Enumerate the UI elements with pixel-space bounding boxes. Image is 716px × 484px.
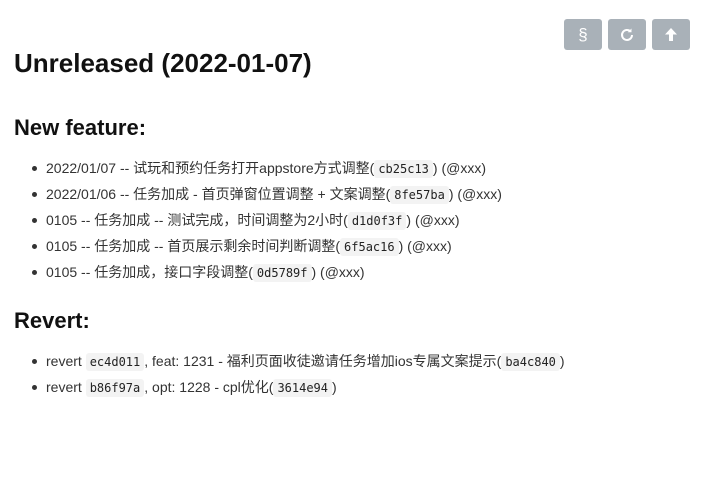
item-text: , feat: 1231 - 福利页面收徒邀请任务增加ios专属文案提示( [144,353,502,369]
section-button[interactable]: § [564,19,602,50]
revert-heading: Revert: [14,308,90,333]
item-text: 0105 -- 任务加成 -- 首页展示剩余时间判断调整( [46,238,341,254]
list-item: 0105 -- 任务加成 -- 首页展示剩余时间判断调整(6f5ac16) (@… [28,234,502,260]
item-text: 2022/01/06 -- 任务加成 - 首页弹窗位置调整 + 文案调整( [46,186,391,202]
item-text: 0105 -- 任务加成，接口字段调整( [46,264,253,280]
new-feature-list: 2022/01/07 -- 试玩和预约任务打开appstore方式调整(cb25… [28,156,502,286]
new-feature-heading: New feature: [14,115,147,140]
commit-hash[interactable]: ba4c840 [501,353,560,371]
list-item: revert b86f97a, opt: 1228 - cpl优化(3614e9… [28,375,565,401]
item-text: 0105 -- 任务加成 -- 测试完成，时间调整为2小时( [46,212,348,228]
list-item: 2022/01/07 -- 试玩和预约任务打开appstore方式调整(cb25… [28,156,502,182]
item-suffix: ) [332,379,337,395]
upload-icon [665,27,677,41]
refresh-icon [621,28,633,41]
list-item: 0105 -- 任务加成 -- 测试完成，时间调整为2小时(d1d0f3f) (… [28,208,502,234]
refresh-button[interactable] [608,19,646,50]
section-icon: § [578,24,588,44]
upload-button[interactable] [652,19,690,50]
item-suffix: ) (@xxx) [398,238,452,254]
item-suffix: ) [559,353,565,369]
item-suffix: ) (@xxx) [432,160,486,176]
revert-list: revert ec4d011, feat: 1231 - 福利页面收徒邀请任务增… [28,349,565,401]
item-suffix: ) (@xxx) [406,212,460,228]
commit-hash[interactable]: cb25c13 [374,160,433,178]
item-text: 2022/01/07 -- 试玩和预约任务打开appstore方式调整( [46,160,375,176]
item-text: , opt: 1228 - cpl优化( [144,379,274,395]
item-prefix: revert [46,379,86,395]
commit-hash[interactable]: 3614e94 [273,379,333,397]
list-item: revert ec4d011, feat: 1231 - 福利页面收徒邀请任务增… [28,349,565,375]
toolbar: § [564,19,690,50]
commit-hash[interactable]: 8fe57ba [390,186,449,204]
commit-hash[interactable]: ec4d011 [85,353,145,371]
commit-hash[interactable]: d1d0f3f [347,212,407,230]
page-title: Unreleased (2022-01-07) [14,48,312,78]
list-item: 2022/01/06 -- 任务加成 - 首页弹窗位置调整 + 文案调整(8fe… [28,182,502,208]
item-suffix: ) (@xxx) [448,186,502,202]
commit-hash[interactable]: b86f97a [85,379,145,397]
list-item: 0105 -- 任务加成，接口字段调整(0d5789f) (@xxx) [28,260,502,286]
item-suffix: ) (@xxx) [311,264,365,280]
item-prefix: revert [46,353,86,369]
commit-hash[interactable]: 6f5ac16 [340,238,399,256]
commit-hash[interactable]: 0d5789f [252,264,312,282]
